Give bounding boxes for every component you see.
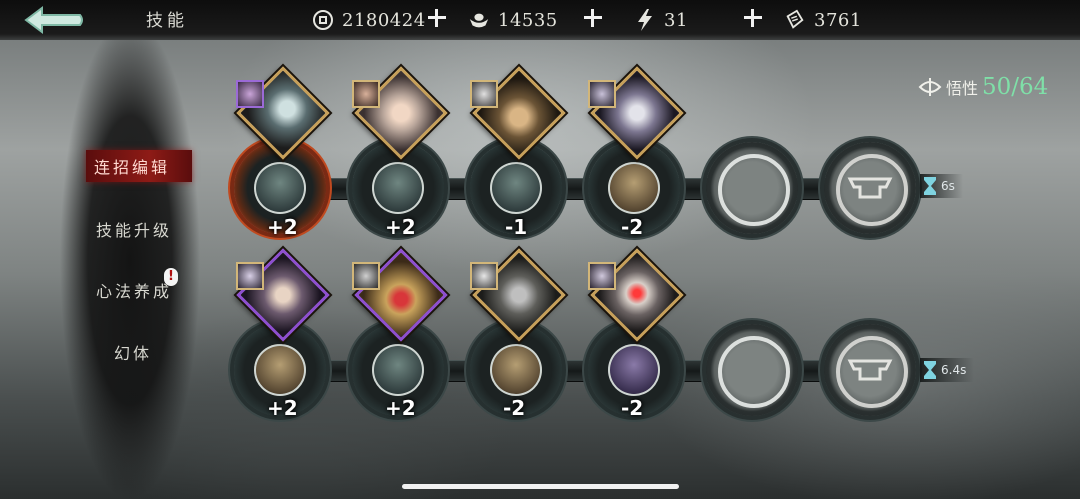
- add-energy-button[interactable]: [740, 5, 766, 31]
- support-avatar-1-1[interactable]: [236, 80, 264, 108]
- back-arrow-icon: [24, 6, 83, 34]
- coin-value: 2180424: [342, 9, 426, 31]
- notification-badge: !: [164, 268, 178, 286]
- skill-cost-2-3: -2: [503, 396, 526, 420]
- skill-icon: [372, 344, 424, 396]
- skill-cost-1-1: +2: [267, 215, 298, 239]
- empty-skill-slot-1-5[interactable]: [706, 142, 798, 234]
- hourglass-icon: [924, 177, 936, 195]
- combo-timer-value-2: 6.4s: [941, 363, 967, 377]
- ticket-icon: [784, 9, 806, 31]
- energy-counter: 31: [634, 6, 688, 34]
- support-avatar-1-3[interactable]: [470, 80, 498, 108]
- locked-skill-slot-1-6[interactable]: [824, 142, 916, 234]
- lock-icon: [847, 359, 893, 381]
- support-avatar-2-3[interactable]: [470, 262, 498, 290]
- empty-skill-slot-2-5[interactable]: [706, 324, 798, 416]
- enlightenment-counter: 悟性 50 / 64: [918, 74, 1048, 100]
- coin-icon: [312, 9, 334, 31]
- skill-cost-1-4: -2: [621, 215, 644, 239]
- skill-cost-1-3: -1: [505, 215, 528, 239]
- back-button[interactable]: [22, 4, 86, 36]
- sidebar-item-combo-edit[interactable]: 连招编辑: [86, 150, 192, 182]
- enlightenment-label: 悟性: [946, 79, 979, 98]
- add-silver-button[interactable]: [580, 5, 606, 31]
- skill-icon: [608, 162, 660, 214]
- lock-icon: [847, 177, 893, 199]
- enlightenment-icon: [918, 78, 942, 96]
- add-coin-button[interactable]: [424, 5, 450, 31]
- skill-icon: [254, 344, 306, 396]
- skill-icon: [490, 162, 542, 214]
- support-avatar-1-4[interactable]: [588, 80, 616, 108]
- skill-icon: [372, 162, 424, 214]
- home-indicator[interactable]: [402, 484, 679, 489]
- page-title: 技能: [146, 11, 188, 31]
- enlightenment-separator: /: [1011, 74, 1020, 100]
- combo-timer-value-1: 6s: [941, 179, 955, 193]
- skill-icon: [254, 162, 306, 214]
- top-bar: 技能 2180424 14535 31 3761: [0, 0, 1080, 40]
- enlightenment-current: 50: [982, 74, 1012, 100]
- locked-skill-slot-2-6[interactable]: [824, 324, 916, 416]
- skill-cost-2-2: +2: [385, 396, 416, 420]
- ticket-value: 3761: [814, 9, 862, 31]
- silver-ingot-icon: [468, 9, 490, 31]
- combo-timer-1: 6s: [920, 174, 963, 198]
- sidebar-item-phantom[interactable]: 幻体: [114, 340, 204, 364]
- sidebar-item-skill-upgrade[interactable]: 技能升级: [96, 217, 186, 241]
- skill-icon: [490, 344, 542, 396]
- support-avatar-2-1[interactable]: [236, 262, 264, 290]
- coin-counter: 2180424: [312, 6, 426, 34]
- silver-value: 14535: [498, 9, 558, 31]
- skill-cost-1-2: +2: [385, 215, 416, 239]
- skill-cost-2-4: -2: [621, 396, 644, 420]
- skill-cost-2-1: +2: [267, 396, 298, 420]
- sidebar-ink-background: [50, 40, 200, 499]
- skill-icon: [608, 344, 660, 396]
- silver-counter: 14535: [468, 6, 558, 34]
- lightning-icon: [634, 9, 656, 31]
- ticket-counter: 3761: [784, 6, 862, 34]
- support-avatar-1-2[interactable]: [352, 80, 380, 108]
- energy-value: 31: [664, 9, 688, 31]
- support-avatar-2-4[interactable]: [588, 262, 616, 290]
- enlightenment-max: 64: [1019, 74, 1049, 100]
- combo-timer-2: 6.4s: [920, 358, 975, 382]
- support-avatar-2-2[interactable]: [352, 262, 380, 290]
- hourglass-icon: [924, 361, 936, 379]
